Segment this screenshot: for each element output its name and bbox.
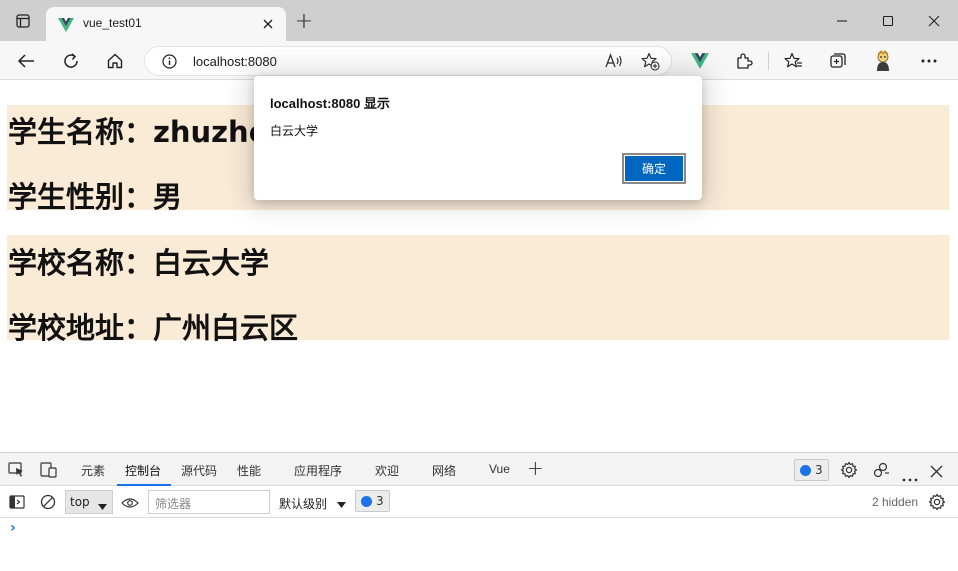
dialog-message: 白云大学	[270, 124, 319, 138]
tab-network[interactable]: 网络	[432, 462, 456, 479]
browser-toolbar: localhost:8080	[0, 41, 958, 80]
collections-icon[interactable]	[824, 47, 852, 75]
address-bar[interactable]: localhost:8080	[144, 46, 672, 76]
inspect-element-icon[interactable]	[8, 462, 25, 482]
vue-logo-icon	[58, 17, 74, 36]
console-toolbar: top 筛选器 默认级别 3 2 hidden	[0, 486, 958, 518]
devtools-more-icon[interactable]	[902, 467, 918, 486]
console-messages-badge[interactable]: 3	[355, 490, 390, 512]
tab-title: vue_test01	[83, 16, 142, 30]
url-text[interactable]: localhost:8080	[193, 54, 277, 69]
log-level-value: 默认级别	[279, 497, 328, 511]
browser-tab[interactable]: vue_test01	[46, 7, 286, 41]
close-tab-icon[interactable]	[262, 15, 274, 34]
close-devtools-icon[interactable]	[930, 463, 943, 482]
more-options-icon[interactable]	[915, 47, 943, 75]
tab-actions-icon[interactable]	[9, 8, 37, 34]
site-info-icon[interactable]	[162, 54, 177, 73]
customize-devtools-icon[interactable]	[872, 461, 890, 483]
issues-badge[interactable]: 3	[794, 459, 829, 481]
school-name-heading: 学校名称：白云大学	[8, 246, 270, 280]
devtools-panel: 元素 控制台 源代码 性能 应用程序 欢迎 网络 Vue + 3 top 筛选器…	[0, 452, 958, 571]
tab-vue[interactable]: Vue	[489, 462, 510, 476]
context-value: top	[70, 495, 90, 509]
console-settings-gear-icon[interactable]	[928, 493, 946, 515]
alert-dialog: localhost:8080 显示 白云大学 确定	[254, 76, 702, 200]
toolbar-divider	[768, 52, 769, 70]
profile-avatar-icon[interactable]	[869, 47, 897, 75]
clear-console-icon[interactable]	[40, 494, 56, 514]
favorites-icon[interactable]	[779, 47, 807, 75]
message-bubble-icon	[800, 464, 811, 476]
new-tab-button[interactable]: +	[290, 8, 318, 34]
filter-input[interactable]: 筛选器	[148, 490, 270, 514]
context-select[interactable]: top	[65, 490, 113, 514]
hidden-messages-count: 2 hidden	[872, 495, 919, 509]
back-icon[interactable]	[12, 47, 40, 75]
title-bar: vue_test01 +	[0, 0, 958, 41]
tab-sources[interactable]: 源代码	[181, 462, 217, 479]
tab-elements[interactable]: 元素	[81, 462, 105, 479]
chevron-down-icon	[98, 499, 107, 513]
school-address-heading: 学校地址：广州白云区	[8, 311, 299, 345]
chevron-down-icon	[336, 501, 346, 508]
log-level-select[interactable]: 默认级别	[279, 495, 346, 512]
add-favorite-icon[interactable]	[641, 52, 660, 75]
settings-gear-icon[interactable]	[840, 461, 858, 483]
student-gender-heading: 学生性别：男	[8, 180, 183, 214]
tab-application[interactable]: 应用程序	[294, 462, 342, 479]
home-icon[interactable]	[101, 47, 129, 75]
console-sidebar-icon[interactable]	[9, 494, 25, 513]
refresh-icon[interactable]	[57, 47, 85, 75]
devtools-tab-bar: 元素 控制台 源代码 性能 应用程序 欢迎 网络 Vue + 3	[0, 453, 958, 486]
tab-console[interactable]: 控制台	[125, 462, 161, 479]
vue-devtools-extension-icon[interactable]	[686, 47, 714, 75]
tab-performance[interactable]: 性能	[237, 462, 261, 479]
device-emulation-icon[interactable]	[40, 462, 57, 482]
maximize-icon[interactable]	[874, 8, 902, 34]
live-expression-eye-icon[interactable]	[121, 495, 139, 514]
read-aloud-icon[interactable]	[605, 53, 623, 73]
messages-count: 3	[376, 494, 384, 508]
message-bubble-icon	[361, 495, 372, 507]
console-prompt[interactable]: ›	[10, 520, 16, 536]
close-window-icon[interactable]	[920, 8, 948, 34]
ok-button[interactable]: 确定	[622, 153, 686, 184]
issues-count: 3	[815, 463, 823, 477]
tab-welcome[interactable]: 欢迎	[375, 462, 399, 479]
student-name-heading: 学生名称：zhuzhe	[8, 115, 269, 149]
minimize-icon[interactable]	[828, 8, 856, 34]
extensions-icon[interactable]	[730, 47, 758, 75]
dialog-title: localhost:8080 显示	[270, 96, 390, 111]
ok-button-label[interactable]: 确定	[625, 156, 683, 181]
add-tab-button[interactable]: +	[527, 456, 544, 480]
